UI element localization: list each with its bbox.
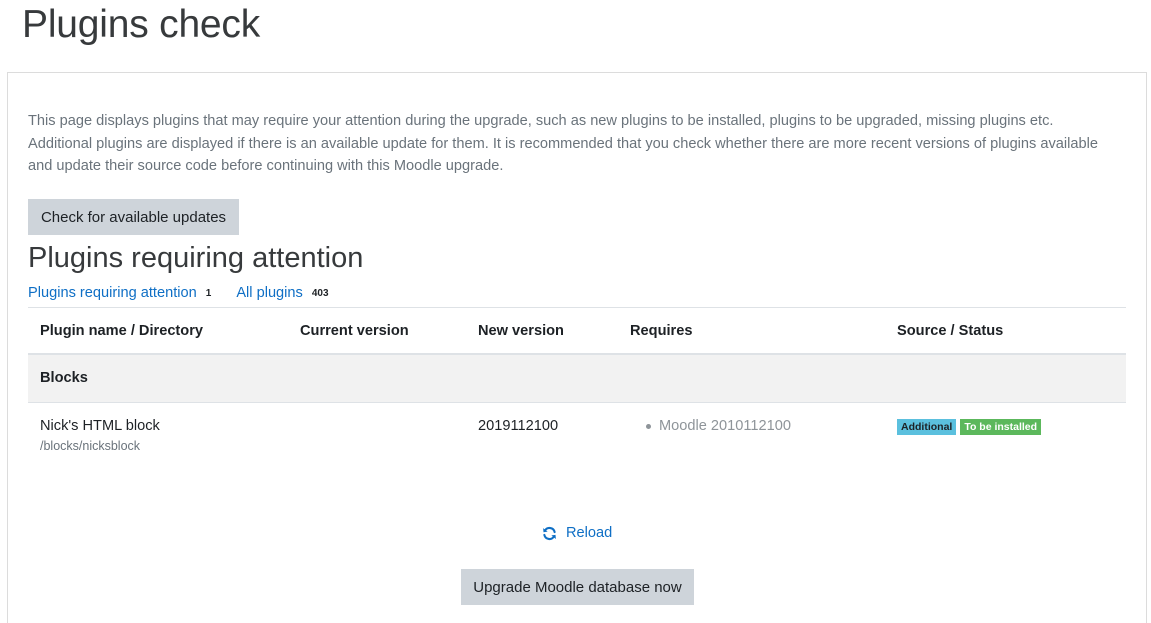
column-header-source-status: Source / Status bbox=[897, 323, 1004, 339]
filter-count-badge: 1 bbox=[205, 287, 212, 299]
page-title: Plugins check bbox=[22, 3, 261, 46]
filter-requiring-attention-link[interactable]: Plugins requiring attention bbox=[28, 285, 197, 301]
plugin-filters: Plugins requiring attention 1 All plugin… bbox=[28, 285, 354, 301]
column-header-new-version: New version bbox=[478, 323, 564, 339]
plugin-group-label: Blocks bbox=[40, 370, 88, 386]
section-title: Plugins requiring attention bbox=[28, 242, 364, 274]
plugins-table: Plugin name / Directory Current version … bbox=[28, 307, 1126, 463]
table-row: Nick's HTML block /blocks/nicksblock 201… bbox=[28, 403, 1126, 463]
intro-text: This page displays plugins that may requ… bbox=[28, 113, 1098, 174]
column-header-plugin-name: Plugin name / Directory bbox=[40, 323, 204, 339]
table-header: Plugin name / Directory Current version … bbox=[28, 307, 1126, 355]
check-updates-button[interactable]: Check for available updates bbox=[28, 199, 239, 235]
reload-link[interactable]: Reload bbox=[542, 525, 612, 541]
column-header-requires: Requires bbox=[630, 323, 693, 339]
reload-label: Reload bbox=[566, 525, 613, 541]
badge-to-be-installed: To be installed bbox=[960, 419, 1042, 435]
plugin-name: Nick's HTML block bbox=[40, 418, 160, 434]
filter-all-plugins-link[interactable]: All plugins bbox=[236, 285, 303, 301]
badge-additional: Additional bbox=[897, 419, 957, 435]
upgrade-database-button[interactable]: Upgrade Moodle database now bbox=[461, 569, 694, 605]
plugin-new-version: 2019112100 bbox=[478, 418, 559, 434]
filter-count-badge: 403 bbox=[311, 287, 329, 299]
plugin-requires: Moodle 2010112100 bbox=[646, 418, 791, 434]
bullet-icon bbox=[646, 423, 651, 429]
plugin-directory: /blocks/nicksblock bbox=[40, 439, 141, 453]
plugin-requires-text: Moodle 2010112100 bbox=[659, 418, 791, 434]
plugin-status-badges: Additional To be installed bbox=[897, 419, 1042, 435]
plugin-group-row: Blocks bbox=[28, 355, 1126, 403]
refresh-icon bbox=[543, 526, 556, 540]
column-header-current-version: Current version bbox=[300, 323, 409, 339]
